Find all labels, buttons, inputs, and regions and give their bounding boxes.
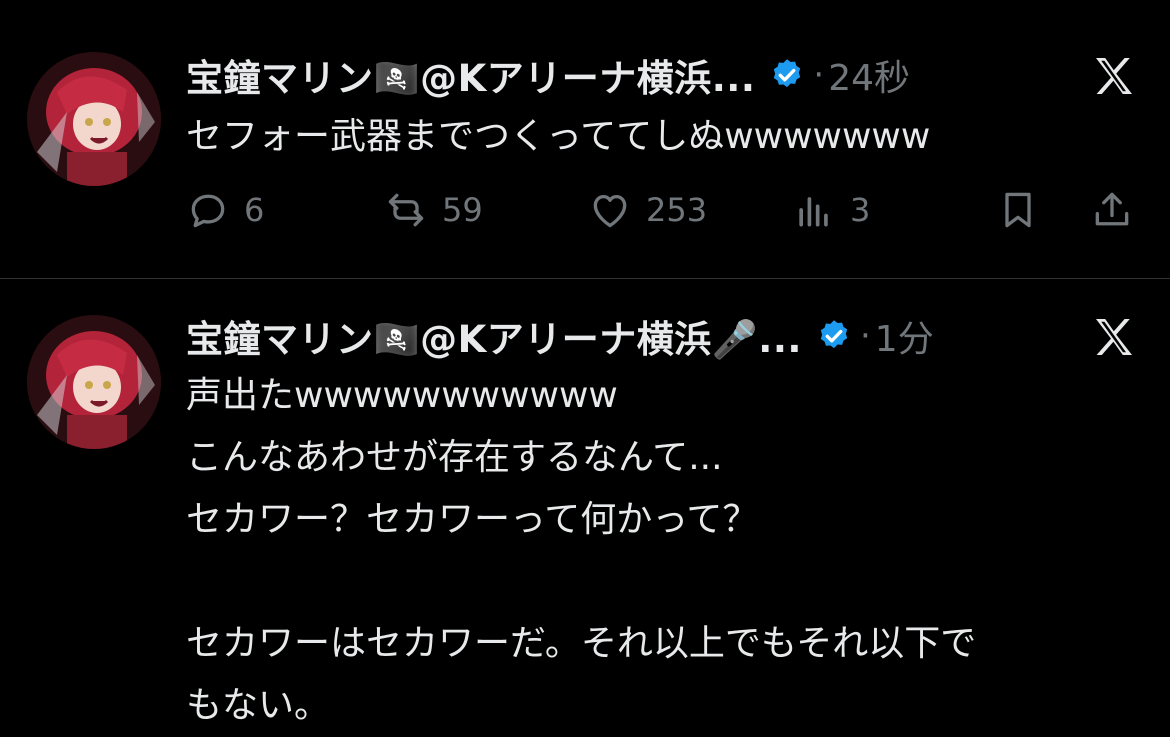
avatar[interactable] <box>27 315 161 449</box>
tweet-1[interactable]: 宝鐘マリン🏴‍☠️@Kアリーナ横浜... · 24秒 セフォー武器までつくってて… <box>0 0 1170 280</box>
verified-badge-icon <box>820 320 848 349</box>
reply-count: 6 <box>244 191 265 229</box>
x-logo-icon <box>1096 319 1132 355</box>
verified-badge-icon <box>774 59 801 88</box>
avatar-image <box>27 52 161 186</box>
timestamp[interactable]: 1分 <box>875 310 934 362</box>
heart-icon <box>593 194 627 228</box>
tweet-header: 宝鐘マリン🏴‍☠️@Kアリーナ横浜... · 24秒 <box>186 50 910 100</box>
action-bar: 6 59 253 3 <box>186 188 1134 238</box>
share-icon <box>1095 192 1129 226</box>
view-count: 3 <box>850 191 871 229</box>
tweet-text: 声出たwwwwwwwwwww こんなあわせが存在するなんて... セカワー？セカ… <box>186 375 977 726</box>
bookmark-icon <box>1005 192 1031 228</box>
views-chart-icon <box>799 197 828 227</box>
retweet-icon <box>388 193 424 227</box>
share-button[interactable] <box>1090 188 1134 232</box>
reply-button[interactable]: 6 <box>186 188 264 232</box>
separator-dot: · <box>859 316 871 356</box>
timestamp[interactable]: 24秒 <box>828 49 910 101</box>
x-logo-icon <box>1096 58 1132 94</box>
separator-dot: · <box>813 55 825 95</box>
avatar[interactable] <box>27 52 161 186</box>
tweet-header: 宝鐘マリン🏴‍☠️@Kアリーナ横浜🎤... · 1分 <box>186 311 934 361</box>
retweet-count: 59 <box>442 191 483 229</box>
bookmark-button[interactable] <box>996 188 1040 232</box>
like-count: 253 <box>646 191 708 229</box>
like-button[interactable]: 253 <box>588 188 707 232</box>
avatar-image <box>27 315 161 449</box>
retweet-button[interactable]: 59 <box>384 188 483 232</box>
views-button[interactable]: 3 <box>792 188 870 232</box>
reply-icon <box>191 194 225 228</box>
tweet-text: セフォー武器までつくっててしぬwwwwwww <box>186 116 931 157</box>
display-name[interactable]: 宝鐘マリン🏴‍☠️@Kアリーナ横浜... <box>186 48 755 102</box>
display-name[interactable]: 宝鐘マリン🏴‍☠️@Kアリーナ横浜🎤... <box>186 309 802 363</box>
tweet-2[interactable]: 宝鐘マリン🏴‍☠️@Kアリーナ横浜🎤... · 1分 声出たwwwwwwwwww… <box>0 279 1170 726</box>
